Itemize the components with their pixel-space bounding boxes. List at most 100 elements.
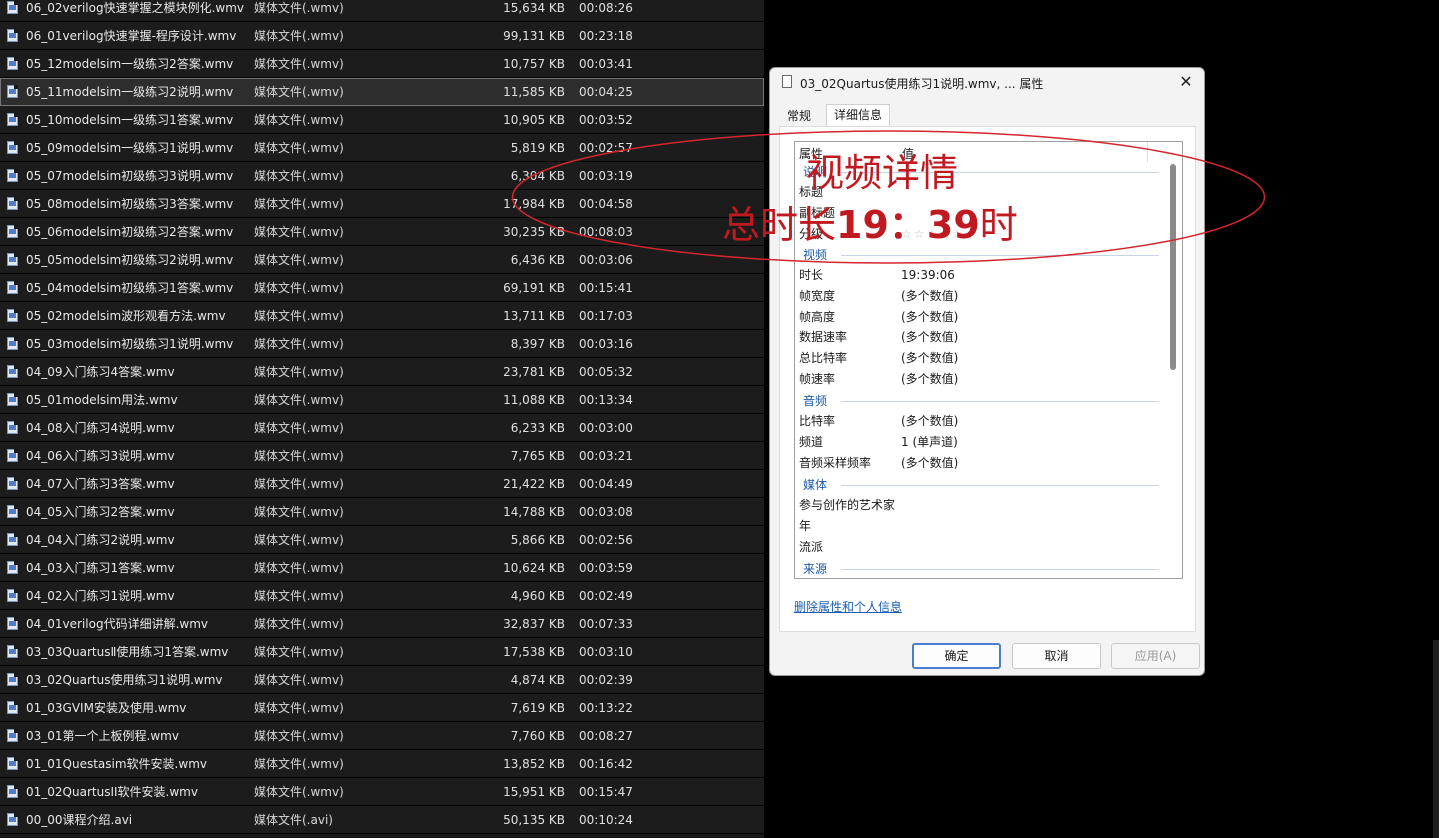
file-duration: 00:08:27 — [579, 729, 633, 743]
close-button[interactable]: ✕ — [1172, 70, 1200, 94]
apply-button[interactable]: 应用(A) — [1111, 643, 1200, 669]
file-size: 30,235 KB — [503, 225, 565, 239]
file-row[interactable]: 01_02QuartusII软件安装.wmv 媒体文件(.wmv) 15,951 K… — [0, 778, 764, 806]
file-row[interactable]: 04_08入门练习4说明.wmv 媒体文件(.wmv) 6,233 KB 00:03:… — [0, 414, 764, 442]
property-row[interactable]: 比特率 (多个数值) — [795, 411, 1165, 431]
remove-properties-link[interactable]: 删除属性和个人信息 — [794, 598, 902, 615]
file-name: 03_03QuartusⅡ使用练习1答案.wmv — [26, 645, 229, 659]
file-row[interactable]: 03_03QuartusⅡ使用练习1答案.wmv 媒体文件(.wmv) 17,538… — [0, 638, 764, 666]
file-name: 04_08入门练习4说明.wmv — [26, 421, 175, 435]
file-name: 05_08modelsim初级练习3答案.wmv — [26, 197, 234, 211]
file-row[interactable]: 05_12modelsim一级练习2答案.wmv 媒体文件(.wmv) 10,757… — [0, 50, 764, 78]
file-row[interactable]: 03_02Quartus使用练习1说明.wmv 媒体文件(.wmv) 4,874 K… — [0, 666, 764, 694]
file-name: 05_12modelsim一级练习2答案.wmv — [26, 57, 234, 71]
tab-general[interactable]: 常规 — [780, 106, 818, 126]
property-row[interactable]: 频道 1 (单声道) — [795, 432, 1165, 452]
media-file-icon — [7, 673, 18, 686]
media-file-icon — [7, 813, 18, 826]
file-row[interactable]: 06_01verilog快速掌握-程序设计.wmv 媒体文件(.wmv) 99,13… — [0, 22, 764, 50]
group-origin: 来源 — [803, 559, 1159, 578]
file-name: 04_02入门练习1说明.wmv — [26, 589, 175, 603]
group-label: 音频 — [803, 394, 828, 408]
file-row[interactable]: 04_01verilog代码详细讲解.wmv 媒体文件(.wmv) 32,837 K… — [0, 610, 764, 638]
file-type: 媒体文件(.wmv) — [254, 57, 344, 71]
file-row[interactable]: 04_02入门练习1说明.wmv 媒体文件(.wmv) 4,960 KB 00:02:… — [0, 582, 764, 610]
property-row[interactable]: 帧速率 (多个数值) — [795, 369, 1165, 389]
file-row[interactable]: 05_08modelsim初级练习3答案.wmv 媒体文件(.wmv) 17,984… — [0, 190, 764, 218]
file-size: 32,837 KB — [503, 617, 565, 631]
property-name: 年 — [799, 518, 812, 533]
file-duration: 00:03:08 — [579, 505, 633, 519]
file-row[interactable]: 05_05modelsim初级练习2说明.wmv 媒体文件(.wmv) 6,436 … — [0, 246, 764, 274]
file-row[interactable]: 05_06modelsim初级练习2答案.wmv 媒体文件(.wmv) 30,235… — [0, 218, 764, 246]
cancel-button[interactable]: 取消 — [1012, 643, 1101, 669]
file-type: 媒体文件(.wmv) — [254, 673, 344, 687]
file-size: 5,866 KB — [510, 533, 565, 547]
media-file-icon — [7, 729, 18, 742]
file-duration: 00:03:41 — [579, 57, 633, 71]
property-row[interactable]: 年 — [795, 516, 1165, 536]
file-duration: 00:04:58 — [579, 197, 633, 211]
property-value: 19:39:06 — [901, 268, 955, 282]
file-row[interactable]: 04_07入门练习3答案.wmv 媒体文件(.wmv) 21,422 KB 00:04… — [0, 470, 764, 498]
tab-details[interactable]: 详细信息 — [826, 104, 890, 128]
property-row[interactable]: 数据速率 (多个数值) — [795, 327, 1165, 347]
file-row[interactable]: 05_10modelsim一级练习1答案.wmv 媒体文件(.wmv) 10,905… — [0, 106, 764, 134]
group-divider — [841, 569, 1159, 570]
file-duration: 00:15:47 — [579, 785, 633, 799]
column-separator[interactable] — [1147, 142, 1148, 162]
file-name: 01_02QuartusII软件安装.wmv — [26, 785, 198, 799]
property-value: (多个数值) — [901, 372, 959, 386]
property-row[interactable]: 总比特率 (多个数值) — [795, 348, 1165, 368]
file-row[interactable]: 05_07modelsim初级练习3说明.wmv 媒体文件(.wmv) 6,304 … — [0, 162, 764, 190]
property-row[interactable]: 流派 — [795, 537, 1165, 557]
file-row[interactable]: 04_04入门练习2说明.wmv 媒体文件(.wmv) 5,866 KB 00:02:… — [0, 526, 764, 554]
file-row[interactable]: 05_09modelsim一级练习1说明.wmv 媒体文件(.wmv) 5,819 … — [0, 134, 764, 162]
media-file-icon — [7, 337, 18, 350]
file-size: 15,951 KB — [503, 785, 565, 799]
file-row[interactable]: 04_05入门练习2答案.wmv 媒体文件(.wmv) 14,788 KB 00:03… — [0, 498, 764, 526]
property-row[interactable]: 帧高度 (多个数值) — [795, 307, 1165, 327]
file-duration: 00:10:24 — [579, 813, 633, 827]
dialog-titlebar[interactable]: 03_02Quartus使用练习1说明.wmv, ... 属性 ✕ — [770, 68, 1204, 98]
file-duration: 00:02:56 — [579, 533, 633, 547]
file-row[interactable]: 03_01第一个上板例程.wmv 媒体文件(.wmv) 7,760 KB 00:08:… — [0, 722, 764, 750]
file-row[interactable]: 05_04modelsim初级练习1答案.wmv 媒体文件(.wmv) 69,191… — [0, 274, 764, 302]
media-file-icon — [7, 365, 18, 378]
file-name: 04_05入门练习2答案.wmv — [26, 505, 175, 519]
file-name: 04_01verilog代码详细讲解.wmv — [26, 617, 209, 631]
file-name: 05_01modelsim用法.wmv — [26, 393, 178, 407]
file-row[interactable]: 05_02modelsim波形观看方法.wmv 媒体文件(.wmv) 13,711 … — [0, 302, 764, 330]
file-duration: 00:03:10 — [579, 645, 633, 659]
file-duration: 00:03:16 — [579, 337, 633, 351]
file-duration: 00:03:00 — [579, 421, 633, 435]
property-row[interactable]: 音频采样频率 (多个数值) — [795, 453, 1165, 473]
file-type: 媒体文件(.wmv) — [254, 533, 344, 547]
file-row[interactable]: 05_11modelsim一级练习2说明.wmv 媒体文件(.wmv) 11,585… — [0, 78, 764, 106]
scrollbar-thumb[interactable] — [1170, 164, 1176, 370]
property-value: (多个数值) — [901, 288, 959, 303]
property-row[interactable]: 帧宽度 (多个数值) — [795, 286, 1165, 306]
file-row[interactable]: 04_09入门练习4答案.wmv 媒体文件(.wmv) 23,781 KB 00:05… — [0, 358, 764, 386]
file-duration: 00:13:34 — [579, 393, 633, 407]
screen: 06_02verilog快速掌握之模块例化.wmv 媒体文件(.wmv) 15,63… — [0, 0, 1439, 838]
file-name: 05_07modelsim初级练习3说明.wmv — [26, 169, 234, 183]
file-row[interactable]: 06_02verilog快速掌握之模块例化.wmv 媒体文件(.wmv) 15,63… — [0, 0, 764, 22]
file-row[interactable]: 00_00课程介绍.avi 媒体文件(.avi) 50,135 KB 00:10:24 — [0, 806, 764, 834]
media-file-icon — [7, 533, 18, 546]
ok-button[interactable]: 确定 — [912, 643, 1001, 669]
file-row[interactable]: 05_01modelsim用法.wmv 媒体文件(.wmv) 11,088 KB 00… — [0, 386, 764, 414]
group-video: 视频 — [803, 245, 1159, 265]
property-row[interactable]: 时长 19:39:06 — [795, 265, 1165, 285]
file-row[interactable]: 04_03入门练习1答案.wmv 媒体文件(.wmv) 10,624 KB 00:03… — [0, 554, 764, 582]
file-row[interactable]: 01_01Questasim软件安装.wmv 媒体文件(.wmv) 13,852 K… — [0, 750, 764, 778]
file-row[interactable]: 01_03GVIM安装及使用.wmv 媒体文件(.wmv) 7,619 KB 00:1… — [0, 694, 764, 722]
file-size: 10,757 KB — [503, 57, 565, 71]
file-duration: 00:15:41 — [579, 281, 633, 295]
group-label: 来源 — [803, 562, 828, 576]
file-row[interactable]: 05_03modelsim初级练习1说明.wmv 媒体文件(.wmv) 8,397 … — [0, 330, 764, 358]
file-row[interactable]: 04_06入门练习3说明.wmv 媒体文件(.wmv) 7,765 KB 00:03:… — [0, 442, 764, 470]
property-row[interactable]: 参与创作的艺术家 — [795, 495, 1165, 515]
file-size: 17,538 KB — [503, 645, 565, 659]
document-icon — [782, 75, 792, 88]
